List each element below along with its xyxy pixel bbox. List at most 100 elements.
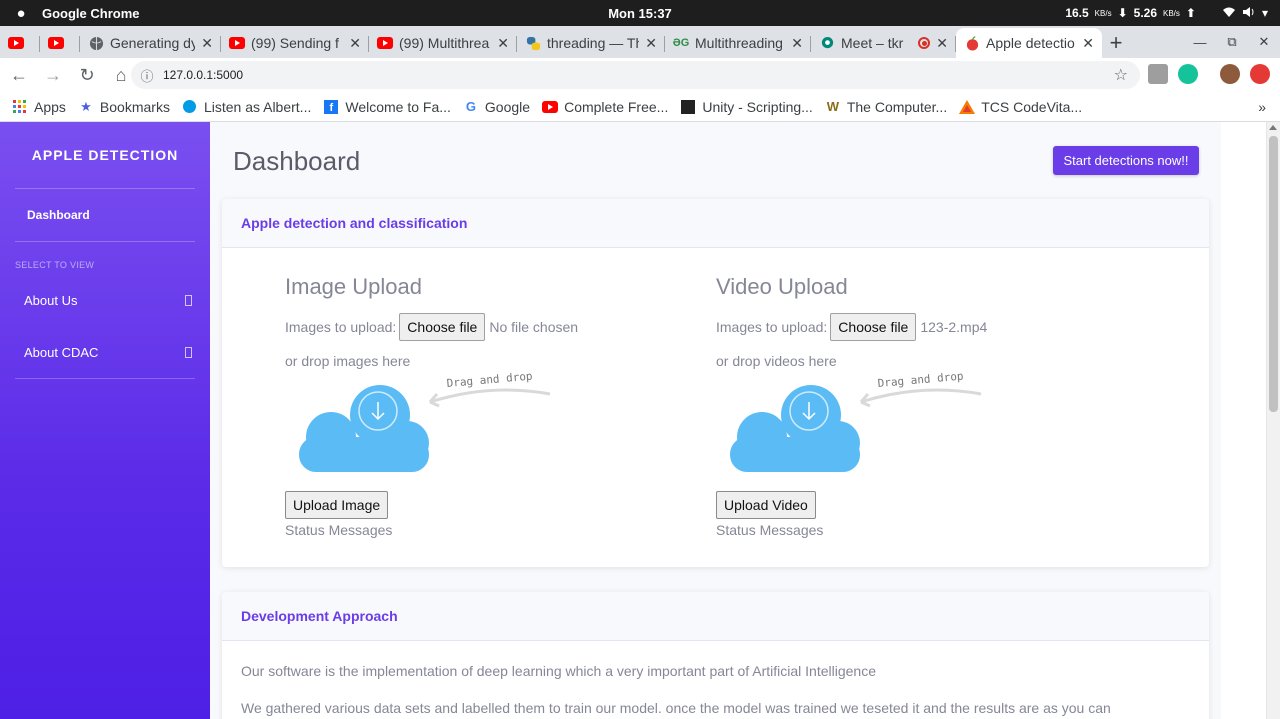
bookmark-label: Google (484, 98, 531, 115)
expand-icon (185, 294, 192, 306)
sidebar-item-about-cdac[interactable]: About CDAC (0, 326, 210, 378)
tab-label: Meet – tkr (841, 35, 904, 51)
sidebar-brand[interactable]: APPLE DETECTION (0, 122, 210, 188)
start-detections-button[interactable]: Start detections now!! (1053, 146, 1199, 175)
bookmarks-overflow-icon[interactable]: » (1258, 99, 1266, 115)
approach-paragraph-2: We gathered various data sets and labell… (241, 700, 1111, 716)
unity-icon (680, 99, 696, 115)
bookmark-listen[interactable]: Listen as Albert... (182, 99, 311, 115)
site-info-icon[interactable]: ⓘ (131, 66, 163, 85)
bookmark-label: Unity - Scripting... (702, 98, 813, 115)
tab-apple-detection[interactable]: Apple detectio ✕ (956, 28, 1102, 58)
sidebar-item-label: About CDAC (24, 344, 99, 360)
python-icon (525, 35, 541, 51)
image-upload-panel: Image Upload Images to upload: Choose fi… (285, 274, 665, 538)
back-arrow-icon[interactable]: ← (4, 60, 34, 90)
card-header: Apple detection and classification (222, 199, 1209, 248)
close-icon[interactable]: ✕ (1082, 35, 1094, 52)
video-upload-prompt: Images to upload: (716, 319, 828, 335)
address-bar[interactable]: ⓘ 127.0.0.1:5000 ☆ (131, 61, 1140, 89)
tab-label: threading — Th (547, 35, 640, 51)
sidebar: APPLE DETECTION Dashboard SELECT TO VIEW… (0, 122, 210, 719)
apple-fruit-icon (964, 35, 980, 51)
upload-image-button[interactable]: Upload Image (285, 491, 389, 519)
computer-icon: W (826, 99, 839, 114)
net-up-value: 5.26 (1133, 6, 1157, 20)
tab-youtube-2[interactable] (40, 28, 80, 58)
page-gutter (1221, 122, 1280, 719)
drag-drop-caption: Drag and drop (877, 373, 964, 390)
tab-label: Generating dy (110, 35, 196, 51)
net-up-unit: KB/s (1163, 8, 1180, 18)
window-controls: — ⧉ ✕ (1184, 26, 1280, 58)
close-icon[interactable]: ✕ (791, 35, 803, 52)
tab-geeksforgeeks[interactable]: ƏG Multithreading ✕ (665, 28, 811, 58)
reload-icon[interactable]: ↻ (72, 60, 102, 90)
browser-toolbar: ← → ↻ ⌂ ⓘ 127.0.0.1:5000 ☆ (0, 58, 1280, 92)
tab-meet[interactable]: Meet – tkr ✕ (811, 28, 956, 58)
new-tab-button[interactable]: + (1102, 28, 1130, 58)
sidebar-section-heading: SELECT TO VIEW (15, 260, 95, 270)
bookmark-apps[interactable]: Apps (12, 99, 66, 115)
extension-cube-icon[interactable] (1148, 64, 1168, 84)
choose-video-file-button[interactable]: Choose file (830, 313, 917, 341)
bookmark-star-icon[interactable]: ☆ (1114, 65, 1128, 85)
volume-icon[interactable] (1242, 6, 1256, 21)
wifi-icon[interactable] (1222, 6, 1236, 21)
tab-threading-docs[interactable]: threading — Th ✕ (517, 28, 665, 58)
close-window-icon[interactable]: ✕ (1248, 34, 1280, 50)
close-icon[interactable]: ✕ (936, 35, 948, 52)
grammarly-icon[interactable] (1178, 64, 1198, 84)
tab-youtube-1[interactable] (0, 28, 40, 58)
video-upload-panel: Video Upload Images to upload: Choose fi… (716, 274, 1096, 538)
os-logo-icon[interactable]: ● (0, 5, 42, 22)
cloud-upload-icon: Drag and drop (730, 370, 982, 472)
bookmark-the-computer[interactable]: W The Computer... (825, 99, 948, 115)
close-icon[interactable]: ✕ (497, 35, 509, 52)
bookmark-unity[interactable]: Unity - Scripting... (680, 98, 813, 115)
tab-generating[interactable]: Generating dy ✕ (80, 28, 221, 58)
youtube-icon (48, 35, 64, 51)
os-app-name[interactable]: Google Chrome (42, 6, 140, 21)
video-dropzone[interactable]: Drag and drop (716, 370, 1006, 483)
image-drop-hint: or drop images here (285, 353, 411, 369)
development-approach-card: Development Approach Our software is the… (222, 592, 1209, 719)
meet-icon (819, 35, 835, 51)
vertical-scrollbar[interactable] (1266, 122, 1280, 719)
geeksforgeeks-icon: ƏG (672, 37, 690, 49)
tab-multithread-video[interactable]: (99) Multithrea ✕ (369, 28, 517, 58)
tab-sending[interactable]: (99) Sending f ✕ (221, 28, 369, 58)
image-dropzone[interactable]: Drag and drop (285, 370, 575, 483)
bookmark-tcs-codevita[interactable]: TCS CodeVita... (959, 99, 1082, 115)
close-icon[interactable]: ✕ (201, 35, 213, 52)
bookmark-bookmarks[interactable]: ★ Bookmarks (78, 99, 170, 115)
choose-image-file-button[interactable]: Choose file (399, 313, 486, 341)
os-top-bar: ● Google Chrome Mon 15:37 16.5 KB/s ⬇ 5.… (0, 0, 1280, 26)
url-text[interactable]: 127.0.0.1:5000 (163, 68, 243, 82)
bookmark-google[interactable]: G Google (463, 99, 530, 115)
video-file-status: 123-2.mp4 (920, 319, 988, 335)
maximize-icon[interactable]: ⧉ (1216, 34, 1248, 50)
tab-label: Apple detectio (986, 35, 1075, 51)
bookmark-label: TCS CodeVita... (981, 98, 1083, 115)
bookmark-complete-free[interactable]: Complete Free... (542, 99, 668, 115)
profile-avatar[interactable] (1220, 64, 1240, 84)
close-icon[interactable]: ✕ (645, 35, 657, 52)
expand-icon (185, 346, 192, 358)
bookmark-label: Apps (34, 98, 66, 115)
scrollbar-thumb[interactable] (1269, 136, 1278, 412)
youtube-icon (229, 35, 245, 51)
upload-video-button[interactable]: Upload Video (716, 491, 816, 519)
sidebar-item-about-us[interactable]: About Us (0, 274, 210, 326)
scroll-up-icon[interactable] (1269, 125, 1277, 130)
video-drop-hint: or drop videos here (716, 353, 837, 369)
page-title: Dashboard (233, 146, 361, 176)
close-icon[interactable]: ✕ (349, 35, 361, 52)
forward-arrow-icon[interactable]: → (38, 60, 68, 90)
extension-red-icon[interactable] (1250, 64, 1270, 84)
power-menu-icon[interactable]: ▾ (1262, 6, 1268, 20)
minimize-icon[interactable]: — (1184, 35, 1216, 50)
sidebar-item-dashboard[interactable]: Dashboard (0, 189, 210, 241)
download-arrow-icon: ⬇ (1117, 6, 1128, 20)
bookmark-facebook[interactable]: f Welcome to Fa... (323, 99, 451, 115)
